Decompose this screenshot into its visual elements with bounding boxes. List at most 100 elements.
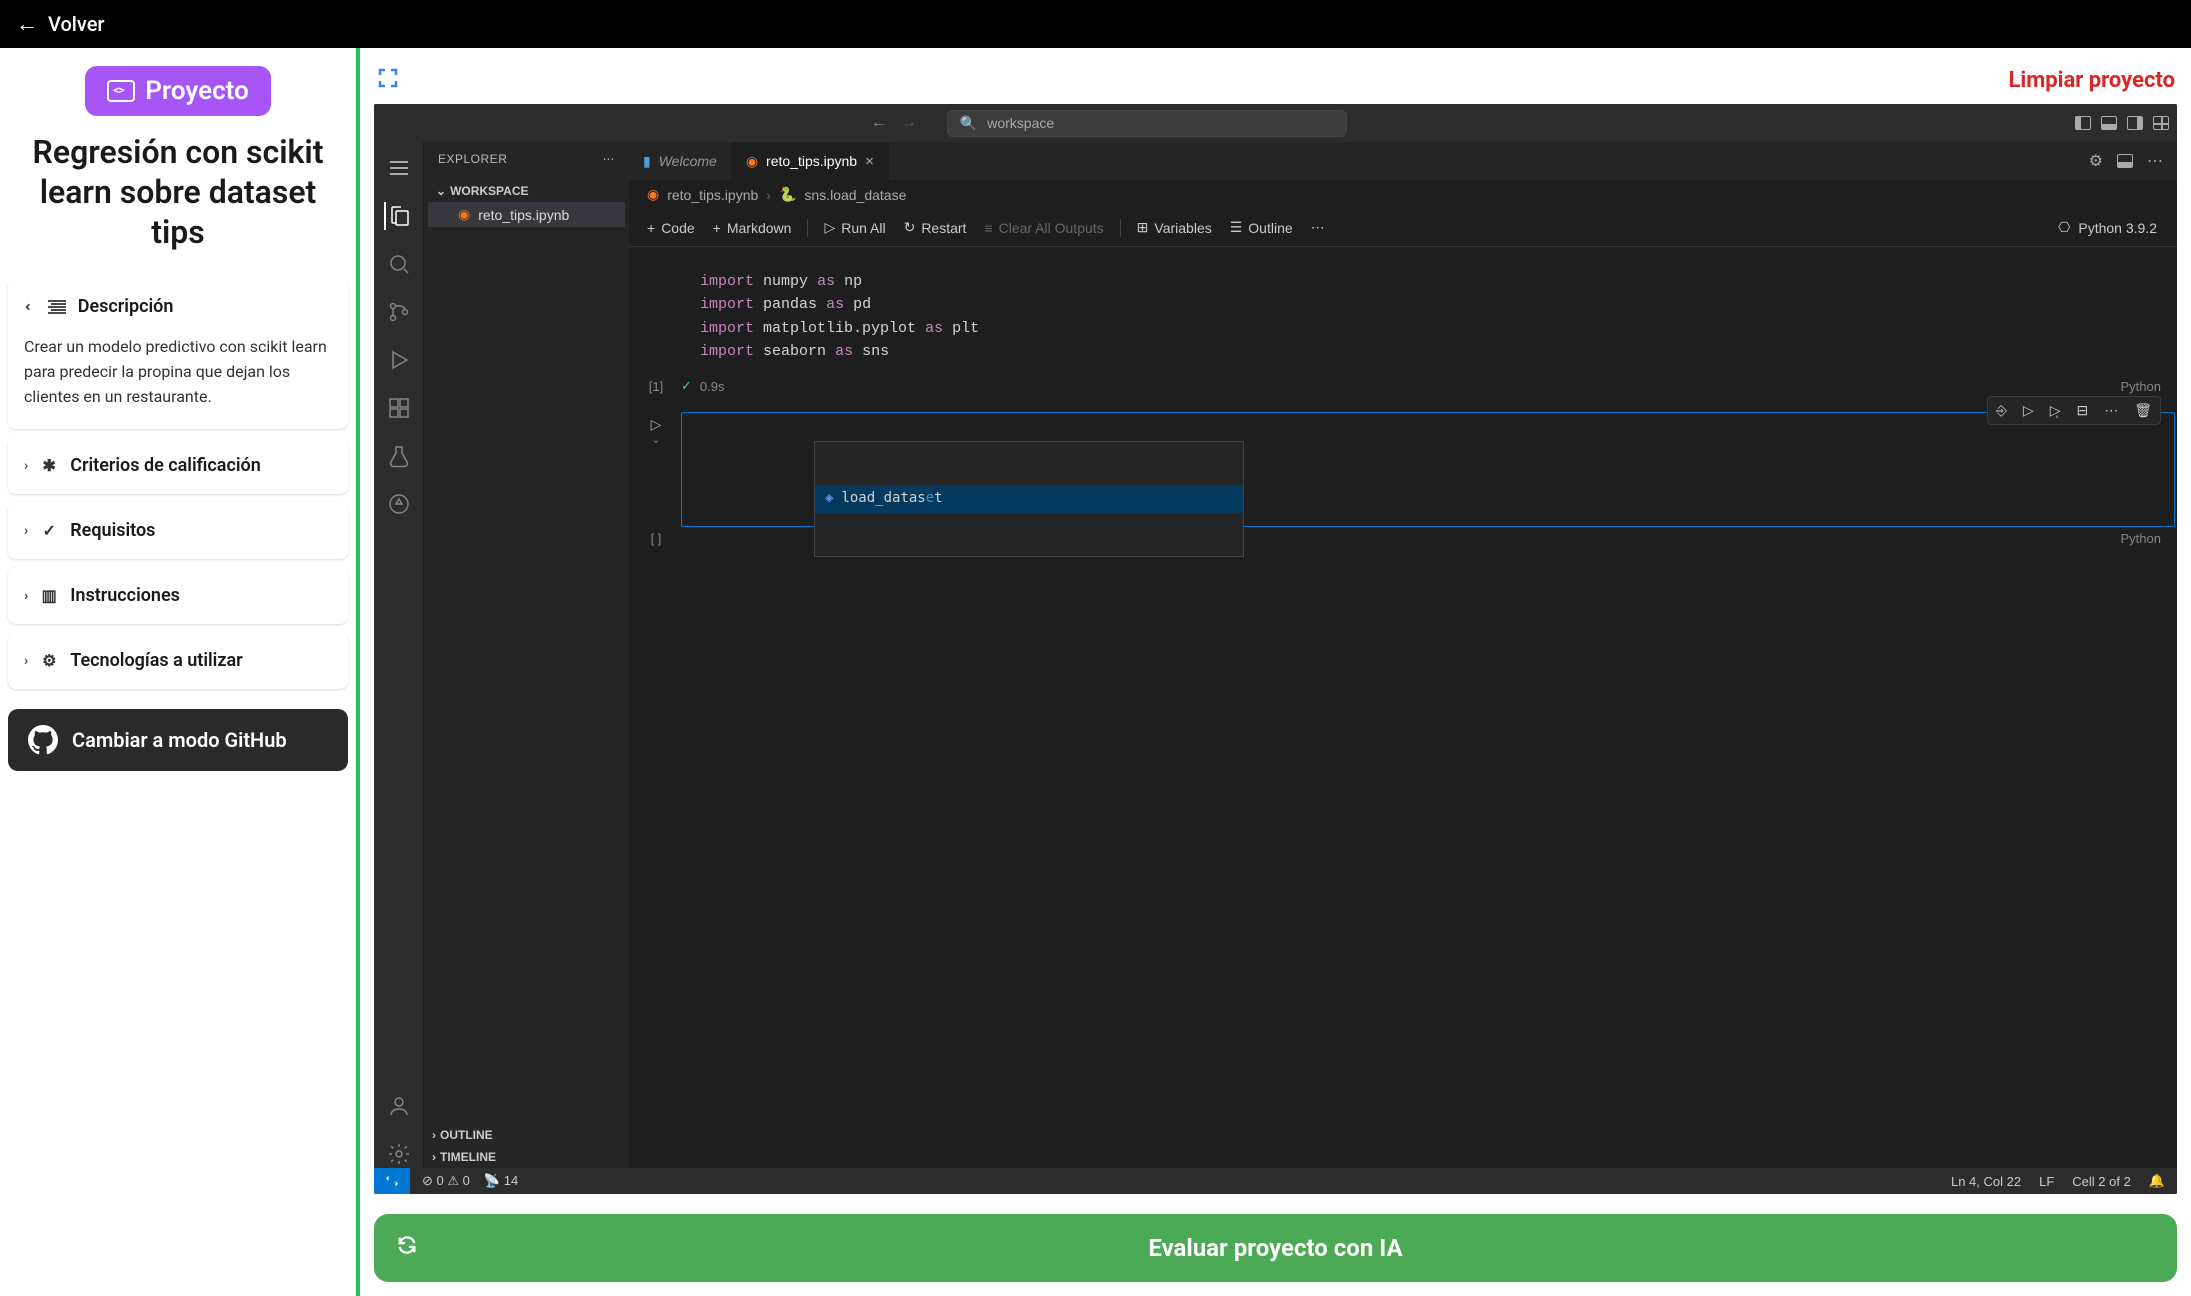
layout-sidebar-right-icon[interactable] bbox=[2127, 116, 2143, 130]
jupyter-icon: ◉ bbox=[746, 153, 758, 170]
chevron-down-icon[interactable]: ⌄ bbox=[651, 433, 660, 446]
play-icon: ▷ bbox=[824, 219, 835, 236]
cell-language: Python bbox=[2121, 531, 2161, 546]
project-sidebar: Proyecto Regresión con scikit learn sobr… bbox=[0, 48, 360, 1296]
collapse-handle[interactable] bbox=[358, 438, 360, 466]
testing-icon[interactable] bbox=[385, 442, 413, 470]
search-icon: 🔍 bbox=[960, 115, 977, 132]
clean-project-button[interactable]: Limpiar proyecto bbox=[2009, 68, 2176, 93]
cursor-position[interactable]: Ln 4, Col 22 bbox=[1951, 1174, 2021, 1189]
accordion-label: Requisitos bbox=[70, 520, 155, 541]
run-all-button[interactable]: ▷Run All bbox=[816, 215, 893, 240]
more-icon[interactable]: ⋯ bbox=[603, 152, 616, 166]
explorer-title: EXPLORER bbox=[438, 152, 507, 166]
evaluate-button[interactable]: Evaluar proyecto con IA bbox=[374, 1214, 2177, 1282]
outline-section[interactable]: › OUTLINE bbox=[424, 1124, 629, 1146]
back-button[interactable]: ← Volver bbox=[16, 11, 104, 37]
file-name: reto_tips.ipynb bbox=[478, 207, 569, 223]
cell-indicator[interactable]: Cell 2 of 2 bbox=[2072, 1174, 2131, 1189]
cell-editor[interactable]: sns.load_datase ◈ load_dataset bbox=[681, 412, 2175, 527]
split-cell-icon[interactable]: ⊟ bbox=[2068, 397, 2096, 424]
workspace-section[interactable]: ⌄ WORKSPACE bbox=[428, 180, 625, 202]
outline-button[interactable]: ☰Outline bbox=[1222, 215, 1301, 240]
accordion-header-instrucciones[interactable]: › ▥ Instrucciones bbox=[8, 567, 348, 624]
menu-icon[interactable] bbox=[385, 154, 413, 182]
server-icon: ⎔ bbox=[2058, 219, 2070, 236]
search-icon[interactable] bbox=[385, 250, 413, 278]
accordion-header-tecnologias[interactable]: › ⚙ Tecnologías a utilizar bbox=[8, 632, 348, 689]
activity-bar bbox=[374, 142, 424, 1168]
python-icon: 🐍 bbox=[779, 186, 796, 203]
source-control-icon[interactable] bbox=[385, 298, 413, 326]
github-icon bbox=[28, 725, 58, 755]
variables-icon: ⊞ bbox=[1137, 219, 1149, 236]
extensions-icon[interactable] bbox=[385, 394, 413, 422]
clear-outputs-button[interactable]: ≡Clear All Outputs bbox=[976, 216, 1111, 240]
search-placeholder: workspace bbox=[987, 115, 1054, 131]
nav-forward-icon[interactable]: → bbox=[901, 114, 917, 132]
command-palette-search[interactable]: 🔍 workspace bbox=[947, 110, 1347, 137]
github-mode-button[interactable]: Cambiar a modo GitHub bbox=[8, 709, 348, 771]
autocomplete-item[interactable]: ◈ load_dataset bbox=[815, 485, 1243, 513]
vscode-editor: ← → 🔍 workspace bbox=[374, 104, 2177, 1194]
execute-above-icon[interactable]: ▷̩ bbox=[2042, 397, 2069, 424]
accordion-tecnologias: › ⚙ Tecnologías a utilizar bbox=[8, 632, 348, 689]
plus-icon: + bbox=[713, 220, 721, 236]
tab-reto-tips[interactable]: ◉ reto_tips.ipynb × bbox=[732, 142, 889, 180]
code-cell-1: import numpy as npimport pandas as pdimp… bbox=[631, 259, 2175, 400]
welcome-icon: ▮ bbox=[643, 153, 651, 170]
remote-indicator[interactable] bbox=[374, 1168, 410, 1194]
add-code-button[interactable]: +Code bbox=[639, 216, 703, 240]
execution-time: 0.9s bbox=[700, 379, 725, 394]
run-debug-icon[interactable] bbox=[385, 346, 413, 374]
vscode-titlebar: ← → 🔍 workspace bbox=[374, 104, 2177, 142]
line-ending[interactable]: LF bbox=[2039, 1174, 2054, 1189]
file-item-reto-tips[interactable]: ◉ reto_tips.ipynb bbox=[428, 202, 625, 227]
timeline-label: TIMELINE bbox=[440, 1150, 496, 1164]
jupyter-icon: ◉ bbox=[647, 186, 659, 203]
add-markdown-button[interactable]: +Markdown bbox=[705, 216, 800, 240]
kernel-selector[interactable]: ⎔ Python 3.9.2 bbox=[2058, 219, 2167, 236]
restart-button[interactable]: ↻Restart bbox=[896, 215, 975, 240]
accounts-icon[interactable] bbox=[385, 1092, 413, 1120]
layout-panel-icon[interactable] bbox=[2101, 116, 2117, 130]
cell-language: Python bbox=[2121, 379, 2161, 394]
book-icon: ▥ bbox=[40, 586, 58, 605]
nav-back-icon[interactable]: ← bbox=[871, 114, 887, 132]
github-button-label: Cambiar a modo GitHub bbox=[72, 728, 287, 752]
accordion-header-descripcion[interactable]: ⌄ Descripción bbox=[8, 278, 348, 335]
problems-indicator[interactable]: ⊘ 0 ⚠ 0 bbox=[422, 1173, 470, 1189]
run-cell-icon[interactable]: ▷ bbox=[651, 416, 662, 433]
cell-editor[interactable]: import numpy as npimport pandas as pdimp… bbox=[681, 259, 2175, 374]
close-icon[interactable]: × bbox=[865, 153, 874, 170]
variables-button[interactable]: ⊞Variables bbox=[1129, 215, 1220, 240]
gear-icon: ⚙ bbox=[40, 651, 58, 670]
refresh-icon bbox=[396, 1234, 418, 1262]
layout-customize-icon[interactable] bbox=[2153, 116, 2169, 130]
accordion-descripcion: ⌄ Descripción Crear un modelo predictivo… bbox=[8, 278, 348, 429]
more-icon[interactable]: ⋯ bbox=[2096, 397, 2126, 424]
breadcrumb[interactable]: ◉ reto_tips.ipynb › 🐍 sns.load_datase bbox=[629, 180, 2177, 209]
layout-sidebar-left-icon[interactable] bbox=[2075, 116, 2091, 130]
editor-area: ▮ Welcome ◉ reto_tips.ipynb × ⚙ ⋯ bbox=[629, 142, 2177, 1168]
explorer-icon[interactable] bbox=[384, 202, 412, 230]
notifications-icon[interactable]: 🔔 bbox=[2149, 1173, 2165, 1189]
settings-icon[interactable]: ⚙ bbox=[2089, 151, 2103, 171]
run-by-line-icon[interactable]: ⎆ bbox=[1988, 397, 2015, 424]
fullscreen-icon[interactable] bbox=[376, 66, 400, 94]
accordion-header-requisitos[interactable]: › ✓ Requisitos bbox=[8, 502, 348, 559]
accordion-instrucciones: › ▥ Instrucciones bbox=[8, 567, 348, 624]
toggle-panel-icon[interactable] bbox=[2117, 154, 2133, 168]
timeline-section[interactable]: › TIMELINE bbox=[424, 1146, 629, 1168]
accordion-header-criterios[interactable]: › ✱ Criterios de calificación bbox=[8, 437, 348, 494]
settings-gear-icon[interactable] bbox=[385, 1140, 413, 1168]
error-icon: ⊘ bbox=[422, 1173, 433, 1188]
execute-cell-icon[interactable]: ▷ bbox=[2015, 397, 2042, 424]
more-icon[interactable]: ⋯ bbox=[2147, 151, 2163, 171]
live-share-icon[interactable] bbox=[385, 490, 413, 518]
asterisk-icon: ✱ bbox=[40, 456, 58, 475]
ports-indicator[interactable]: 📡 14 bbox=[484, 1173, 518, 1189]
tab-welcome[interactable]: ▮ Welcome bbox=[629, 142, 732, 180]
delete-cell-icon[interactable]: 🗑 bbox=[2126, 397, 2160, 424]
more-icon[interactable]: ⋯ bbox=[1303, 215, 1333, 240]
